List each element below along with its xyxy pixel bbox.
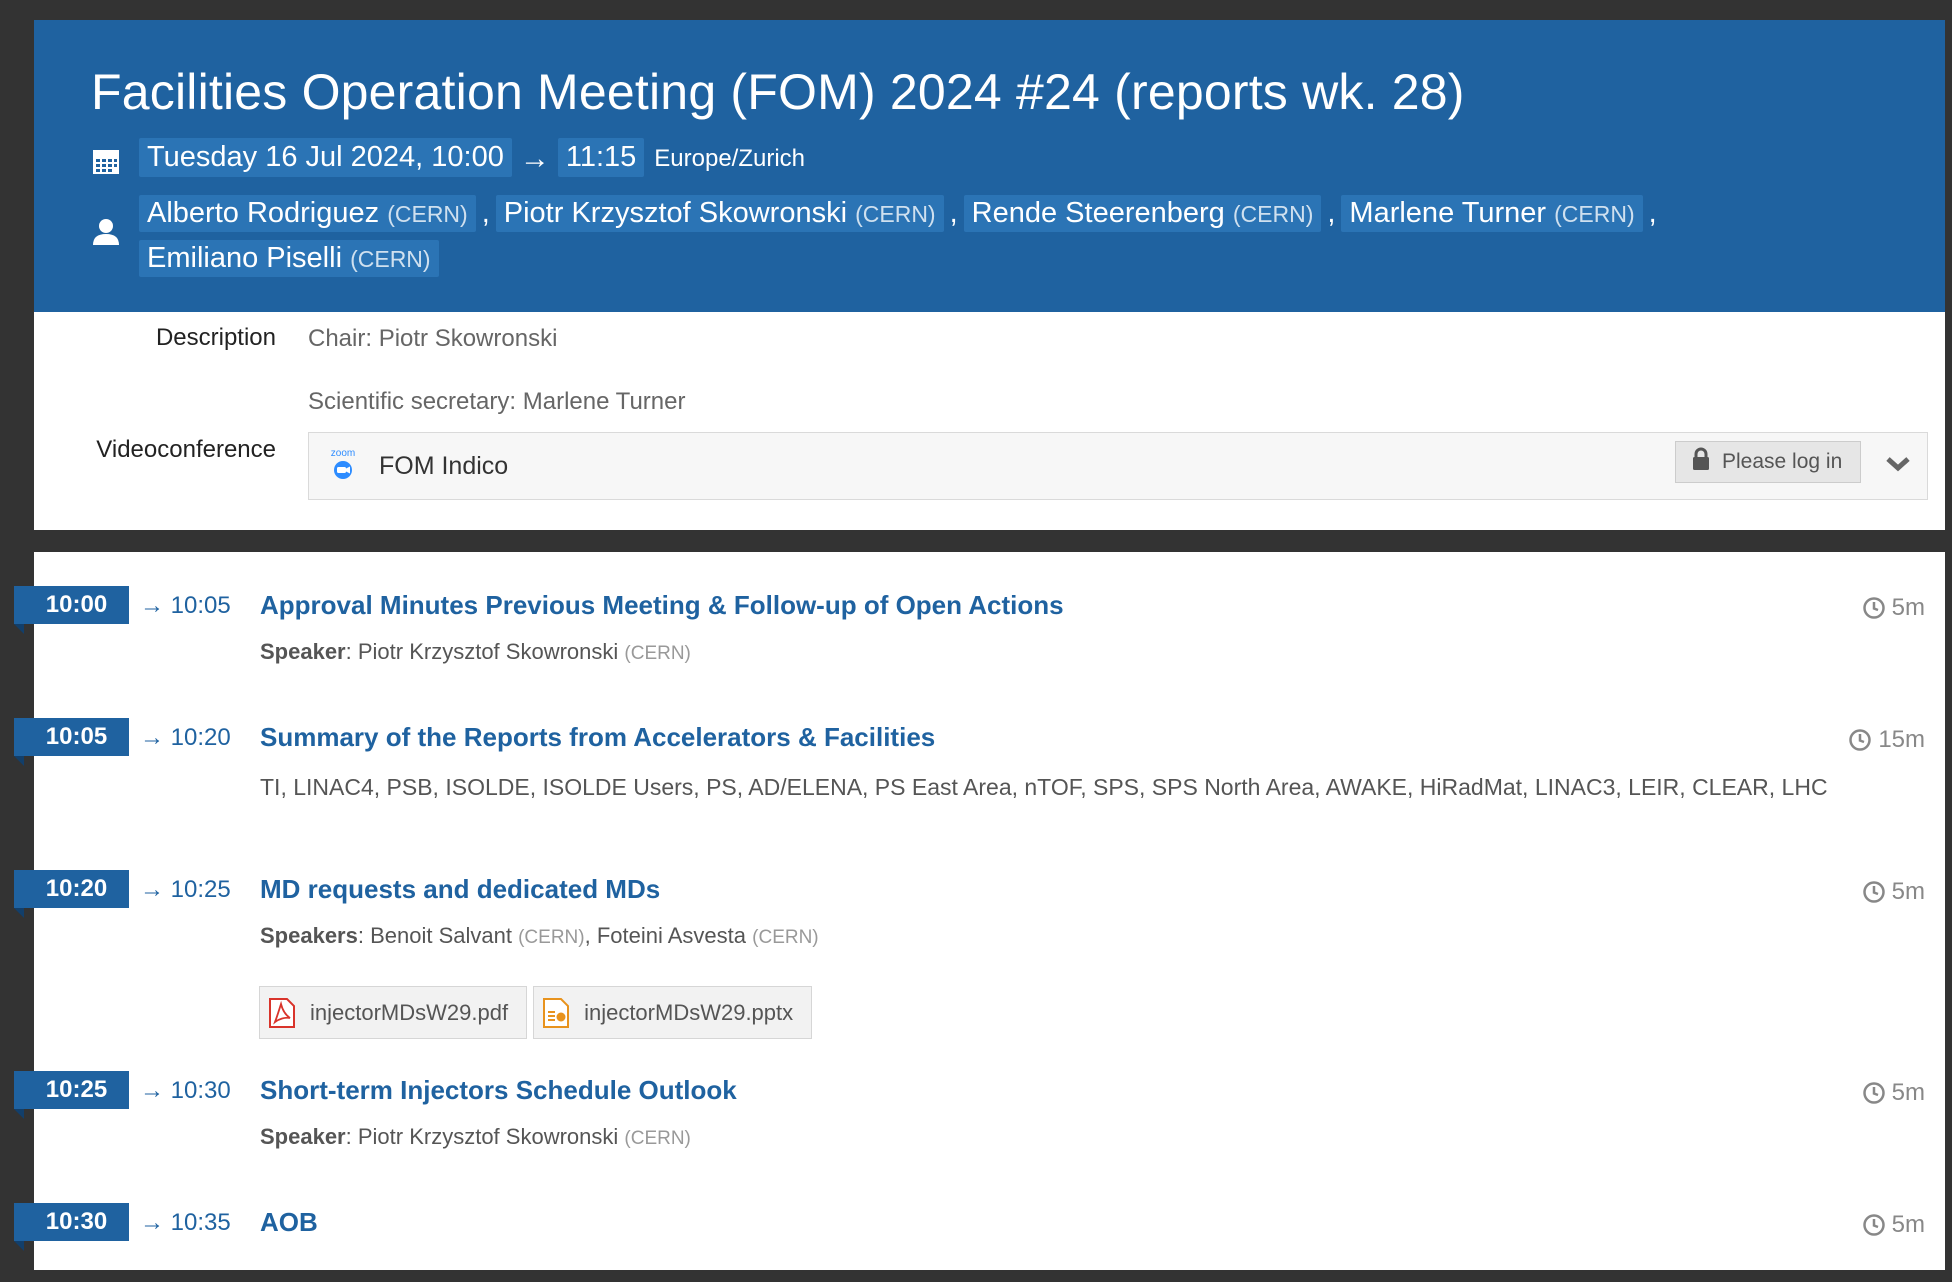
entry-title-link[interactable]: MD requests and dedicated MDs <box>260 874 660 905</box>
entry-title-link[interactable]: Approval Minutes Previous Meeting & Foll… <box>260 590 1064 621</box>
chairperson[interactable]: Emiliano Piselli (CERN) <box>139 239 439 277</box>
zoom-icon: zoom <box>331 448 355 479</box>
entry-speakers: Speaker: Piotr Krzysztof Skowronski (CER… <box>260 639 691 664</box>
time-arrow: → <box>519 142 550 175</box>
entry-start-time: 10:00 <box>14 586 129 634</box>
event-start-date: Tuesday 16 Jul 2024, 10:00 <box>139 137 512 177</box>
clock-icon <box>1862 1082 1885 1104</box>
event-header: Facilities Operation Meeting (FOM) 2024 … <box>34 20 1945 312</box>
entry-speakers: Speaker: Piotr Krzysztof Skowronski (CER… <box>260 1124 691 1149</box>
speaker-name: Foteini Asvesta <box>596 923 747 948</box>
chairperson[interactable]: Marlene Turner (CERN) <box>1341 194 1643 232</box>
entry-duration: 5m <box>1862 594 1925 622</box>
entry-duration: 5m <box>1862 878 1925 906</box>
please-log-in-label: Please log in <box>1722 450 1843 473</box>
description-line: Scientific secretary: Marlene Turner <box>308 388 686 415</box>
videoconference-room[interactable]: zoom FOM Indico Please log in <box>308 432 1928 500</box>
chairperson-list: Alberto Rodriguez (CERN), Piotr Krzyszto… <box>139 194 1739 277</box>
entry-end-time: → 10:25 <box>140 876 231 903</box>
speaker-affiliation: (CERN) <box>624 1128 691 1149</box>
vc-room-name: FOM Indico <box>379 452 509 480</box>
entry-duration: 5m <box>1862 1211 1925 1239</box>
event-timezone: Europe/Zurich <box>654 145 806 172</box>
entry-start-time: 10:05 <box>14 718 129 766</box>
entry-start-time: 10:25 <box>14 1071 129 1119</box>
attachment-list: injectorMDsW29.pdf injectorMDsW29.pptx <box>259 986 813 1039</box>
description-line: Chair: Piotr Skowronski <box>308 325 558 352</box>
speaker-name: Piotr Krzysztof Skowronski <box>357 639 619 664</box>
attachment-pdf[interactable]: injectorMDsW29.pdf <box>259 986 528 1039</box>
chairperson[interactable]: Alberto Rodriguez (CERN) <box>139 194 476 232</box>
clock-icon <box>1862 597 1885 619</box>
entry-end-time: → 10:35 <box>140 1209 231 1236</box>
calendar-icon <box>91 138 125 181</box>
event-title: Facilities Operation Meeting (FOM) 2024 … <box>91 64 1465 120</box>
chairperson[interactable]: Rende Steerenberg (CERN) <box>963 194 1322 232</box>
event-details: Description Chair: Piotr Skowronski Scie… <box>34 312 1945 530</box>
entry-title-link[interactable]: AOB <box>260 1207 318 1238</box>
zoom-logo-text: zoom <box>331 448 355 459</box>
clock-icon <box>1862 1214 1885 1236</box>
attachment-pptx[interactable]: injectorMDsW29.pptx <box>533 986 813 1039</box>
chairperson[interactable]: Piotr Krzysztof Skowronski (CERN) <box>495 194 944 232</box>
event-end-time: 11:15 <box>557 137 645 177</box>
description-label: Description <box>155 324 276 351</box>
entry-duration: 5m <box>1862 1079 1925 1107</box>
lock-icon <box>1692 447 1710 477</box>
clock-icon <box>1862 881 1885 903</box>
event-date-row: Tuesday 16 Jul 2024, 10:00 → 11:15 Europ… <box>91 137 1945 181</box>
user-icon <box>91 195 125 252</box>
speaker-name: Benoit Salvant <box>370 923 512 948</box>
entry-duration: 15m <box>1848 726 1925 754</box>
event-chairs-row: Alberto Rodriguez (CERN), Piotr Krzyszto… <box>91 194 1945 277</box>
entry-start-time: 10:30 <box>14 1203 129 1251</box>
speaker-name: Piotr Krzysztof Skowronski <box>357 1124 619 1149</box>
entry-speakers: Speakers: Benoit Salvant (CERN), Foteini… <box>260 923 819 948</box>
timetable: 10:00 → 10:05 Approval Minutes Previous … <box>14 552 1945 1270</box>
chevron-down-icon[interactable] <box>1885 455 1911 478</box>
please-log-in-button[interactable]: Please log in <box>1675 441 1861 483</box>
entry-start-time: 10:20 <box>14 870 129 918</box>
entry-end-time: → 10:20 <box>140 724 231 751</box>
speaker-affiliation: (CERN) <box>624 643 691 664</box>
entry-title-link[interactable]: Short-term Injectors Schedule Outlook <box>260 1075 737 1106</box>
entry-end-time: → 10:05 <box>140 592 231 619</box>
presentation-file-icon <box>543 997 570 1028</box>
clock-icon <box>1849 729 1872 751</box>
entry-title-link[interactable]: Summary of the Reports from Accelerators… <box>260 722 935 753</box>
entry-end-time: → 10:30 <box>140 1077 231 1104</box>
pdf-file-icon <box>269 997 295 1028</box>
entry-summary: TI, LINAC4, PSB, ISOLDE, ISOLDE Users, P… <box>260 774 1828 800</box>
videoconference-label: Videoconference <box>96 436 276 463</box>
